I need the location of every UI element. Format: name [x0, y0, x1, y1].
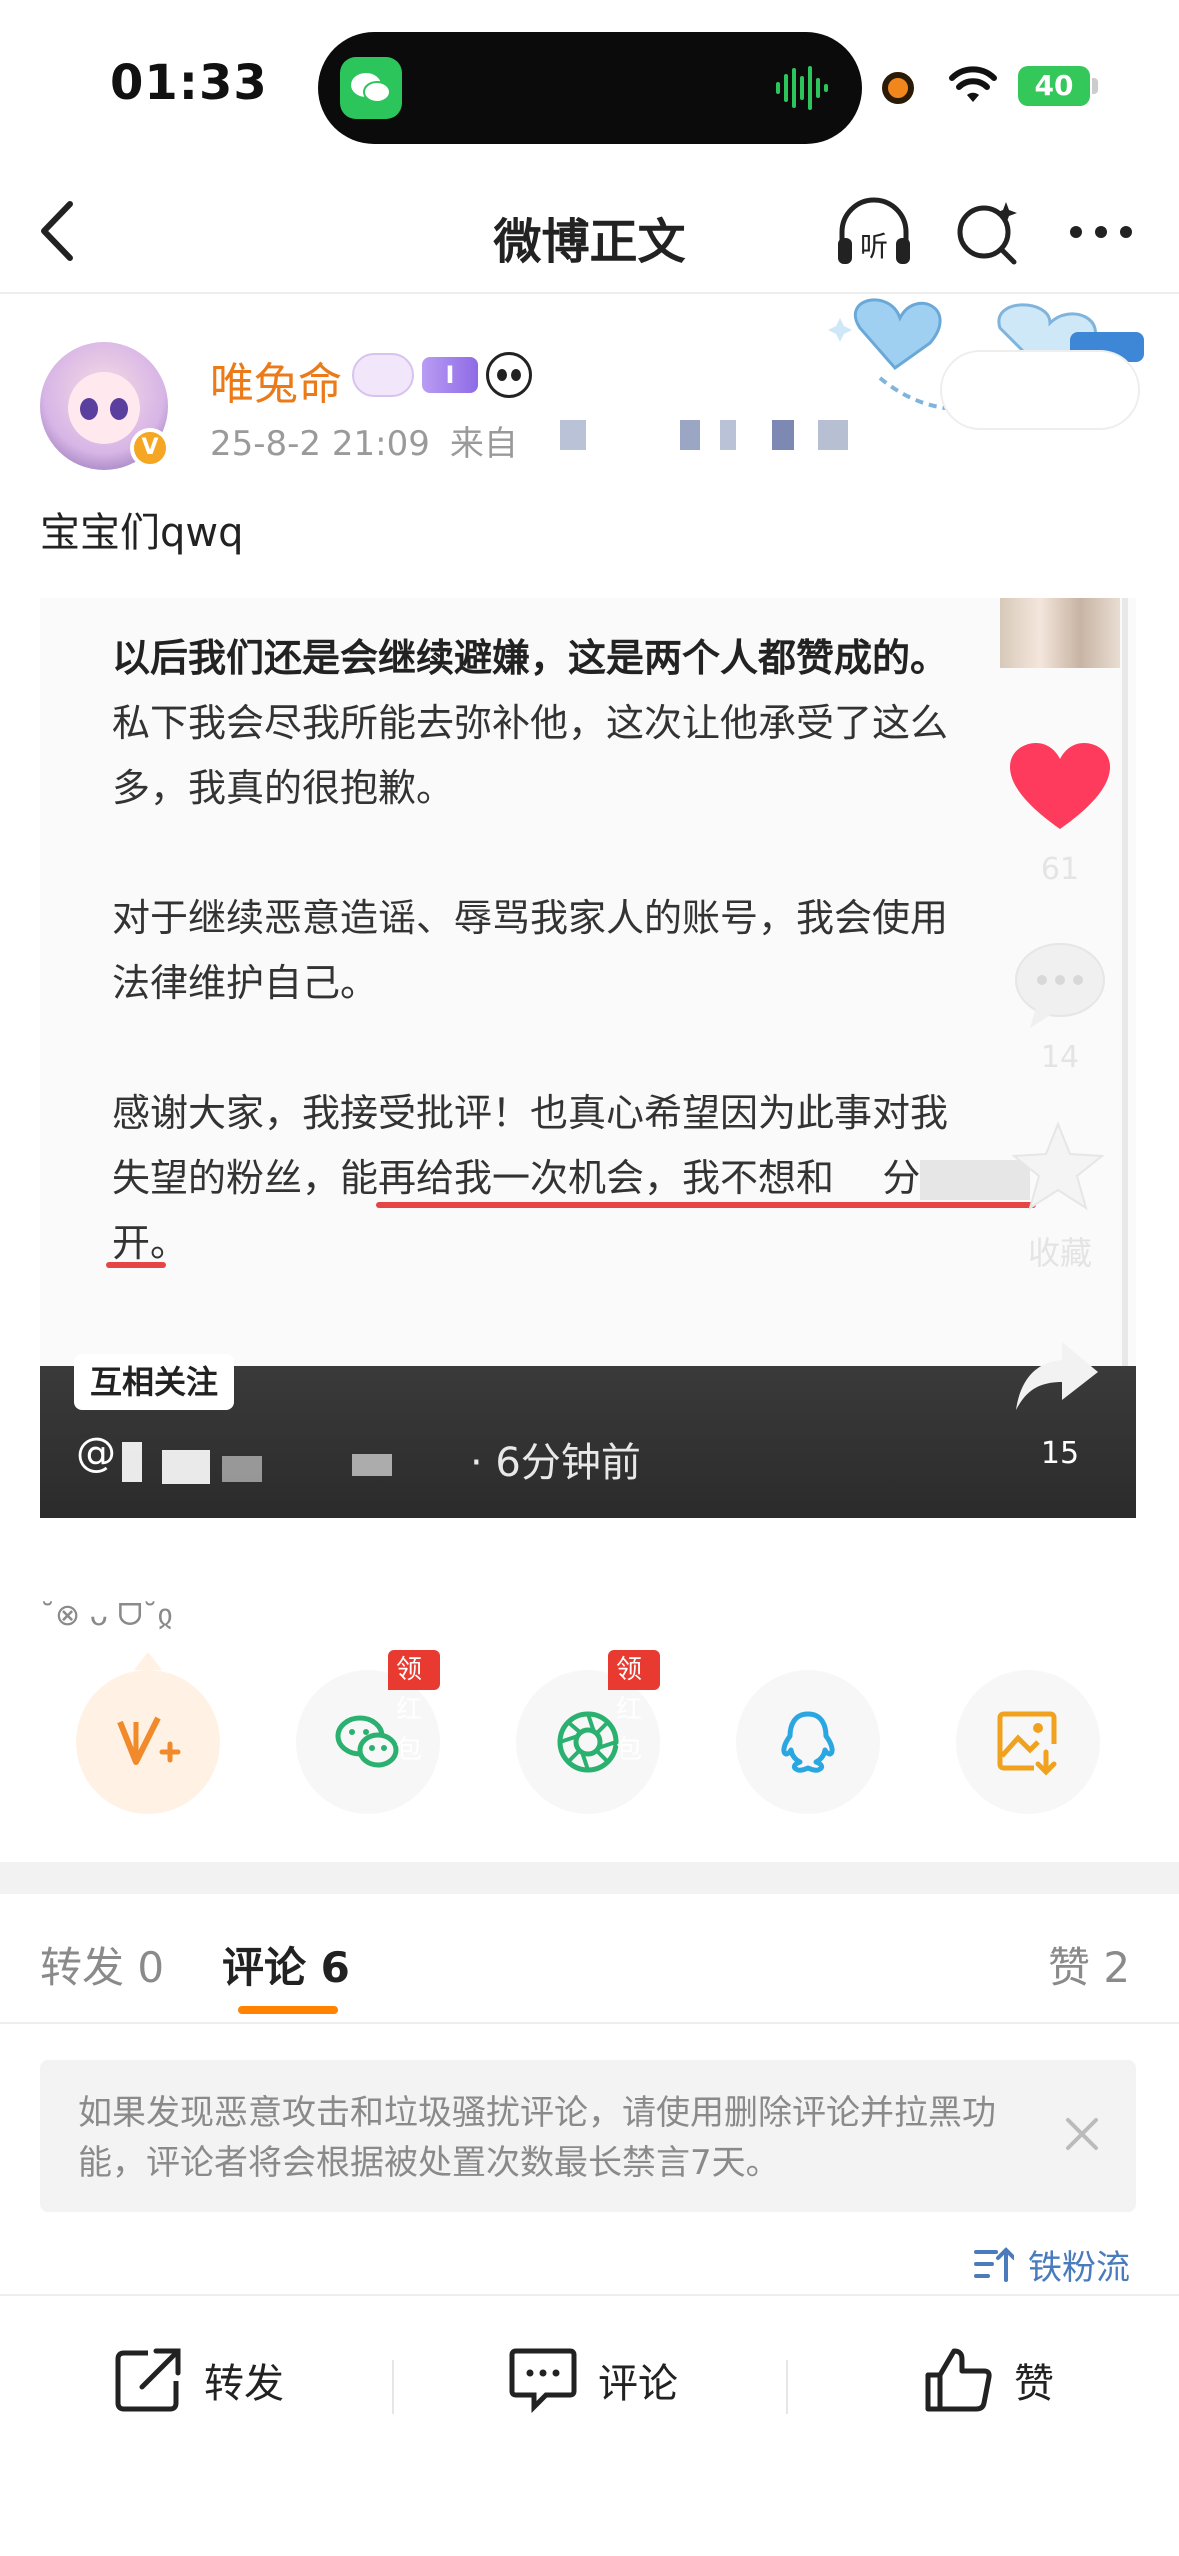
image-line-1: 以后我们还是会继续避嫌，这是两个人都赞成的。 [112, 636, 949, 680]
image-handle-time: · 6分钟前 [470, 1440, 641, 1486]
status-time: 01:33 [110, 55, 268, 111]
mutual-follow-tag: 互相关注 [74, 1354, 235, 1410]
close-icon[interactable] [1060, 2112, 1104, 2156]
post-meta: 25-8-2 21:09 来自 [210, 416, 518, 465]
avatar-eye-right [110, 398, 128, 420]
battery-tip [1092, 78, 1098, 94]
battery-level: 40 [1018, 66, 1090, 106]
interaction-tabs: 转发 0 评论 6 赞 2 [0, 1894, 1179, 2024]
moments-icon [557, 1711, 619, 1773]
sort-toggle[interactable]: 铁粉流 [974, 2240, 1130, 2289]
image-line-7-tail: 分 [882, 1156, 921, 1200]
collect-label: 收藏 [1027, 1234, 1092, 1272]
search-icon[interactable] [952, 196, 1024, 268]
post-text: 宝宝们qwq [40, 510, 244, 556]
bottom-action-bar: 转发 评论 赞 [0, 2294, 1179, 2556]
comment-button[interactable]: 评论 [508, 2344, 678, 2416]
repost-button[interactable]: 转发 [114, 2344, 284, 2416]
image-line-7-blur [834, 1156, 882, 1200]
comment-notice: 如果发现恶意攻击和垃圾骚扰评论，请使用删除评论并拉黑功能，评论者将会根据被处置次… [40, 2060, 1136, 2212]
tab-like[interactable]: 赞 2 [1048, 1934, 1130, 1995]
thumbs-up-icon [925, 2348, 992, 2412]
image-line-8: 开。 [112, 1221, 189, 1265]
sort-label: 铁粉流 [1028, 2248, 1130, 2288]
more-icon[interactable] [1068, 218, 1134, 246]
share-count: 15 [1040, 1436, 1080, 1471]
recording-dot-icon [882, 72, 914, 104]
tab-repost[interactable]: 转发 0 [40, 1934, 164, 1995]
star-icon [1011, 1121, 1105, 1211]
comment-label: 评论 [598, 2361, 678, 2407]
save-image-icon [997, 1711, 1057, 1776]
headphones-icon: 听 [838, 197, 910, 264]
comment-count: 14 [1040, 1040, 1080, 1075]
post-timestamp: 25-8-2 21:09 [210, 424, 430, 464]
share-vplus-button[interactable] [76, 1670, 220, 1814]
bar-separator [392, 2360, 394, 2414]
wifi-icon [949, 66, 997, 102]
share-arrow-icon [1016, 1342, 1098, 1410]
follow-button[interactable] [940, 350, 1140, 430]
image-line-7: 失望的粉丝，能再给我一次机会，我不想和 [112, 1156, 835, 1200]
post-source-prefix: 来自 [449, 424, 518, 464]
post-image[interactable]: 以后我们还是会继续避嫌，这是两个人都赞成的。 私下我会尽我所能去弥补他，这次让他… [40, 598, 1136, 1518]
repost-icon [115, 2348, 181, 2412]
image-text-area: 以后我们还是会继续避嫌，这是两个人都赞成的。 私下我会尽我所能去弥补他，这次让他… [40, 598, 1136, 1368]
qq-icon [781, 1711, 835, 1773]
dynamic-island[interactable] [318, 32, 862, 144]
blurred-handle [122, 1436, 422, 1486]
tip-arrow [134, 1652, 162, 1670]
panda-badge-icon[interactable] [486, 352, 532, 398]
listen-button[interactable]: 听 [834, 194, 914, 270]
image-line-2: 私下我会尽我所能去弥补他，这次让他承受了这么 [112, 701, 949, 745]
v-plus-icon [117, 1716, 181, 1765]
verified-badge: V [130, 428, 170, 468]
tab-comment[interactable]: 评论 6 [222, 1934, 350, 1995]
repost-label: 转发 [204, 2361, 284, 2407]
notice-text: 如果发现恶意攻击和垃圾骚扰评论，请使用删除评论并拉黑功能，评论者将会根据被处置次… [78, 2093, 996, 2183]
image-line-6: 感谢大家，我接受批评！也真心希望因为此事对我 [112, 1091, 949, 1135]
redpack-badge: 领红包 [608, 1650, 660, 1765]
comment-bubble-icon [1015, 943, 1105, 1028]
user-name[interactable]: 唯兔命 [210, 348, 342, 412]
image-line-4: 对于继续恶意造谣、辱骂我家人的账号，我会使用 [112, 896, 949, 940]
sort-icon [974, 2247, 1014, 2282]
active-tab-indicator [238, 2006, 338, 2014]
bunny-badge-icon[interactable] [352, 353, 414, 397]
bar-separator [786, 2360, 788, 2414]
wechat-app-icon [340, 57, 402, 119]
wechat-icon [335, 1715, 399, 1768]
share-moments-button[interactable]: 领红包 [516, 1650, 660, 1814]
red-underline-2 [106, 1262, 166, 1268]
like-count: 61 [1040, 852, 1080, 887]
section-divider [0, 1862, 1179, 1894]
listen-label: 听 [860, 230, 888, 263]
image-scrollbar [1122, 598, 1128, 1368]
blurred-avatar [1000, 598, 1120, 668]
like-button[interactable]: 赞 [924, 2344, 1054, 2416]
share-wechat-button[interactable]: 领红包 [296, 1650, 440, 1814]
share-targets: 领红包 领红包 [0, 1650, 1179, 1850]
red-underline [376, 1202, 1036, 1208]
nav-bar: 微博正文 听 [0, 170, 1179, 294]
emoticon-text: ˘⊗ ᴗ ᗜ˘ჲ [40, 1598, 173, 1633]
save-image-button[interactable] [956, 1670, 1100, 1814]
level-badge[interactable]: I [422, 357, 478, 393]
comment-icon [509, 2348, 577, 2413]
image-handle-prefix: @ [76, 1430, 116, 1476]
status-bar: 01:33 40 [0, 0, 1179, 170]
heart-icon [1010, 743, 1110, 829]
redpack-badge: 领红包 [388, 1650, 440, 1765]
image-footer-bar: 互相关注 15 @ · 6分钟前 [40, 1342, 1136, 1518]
image-line-5: 法律维护自己。 [112, 961, 379, 1005]
audio-wave-icon [776, 66, 828, 110]
avatar-face [68, 372, 140, 444]
image-line-3: 多，我真的很抱歉。 [112, 766, 455, 810]
like-label: 赞 [1014, 2361, 1054, 2407]
share-qq-button[interactable] [736, 1670, 880, 1814]
avatar-eye-left [80, 398, 98, 420]
user-badges: I [352, 350, 532, 400]
